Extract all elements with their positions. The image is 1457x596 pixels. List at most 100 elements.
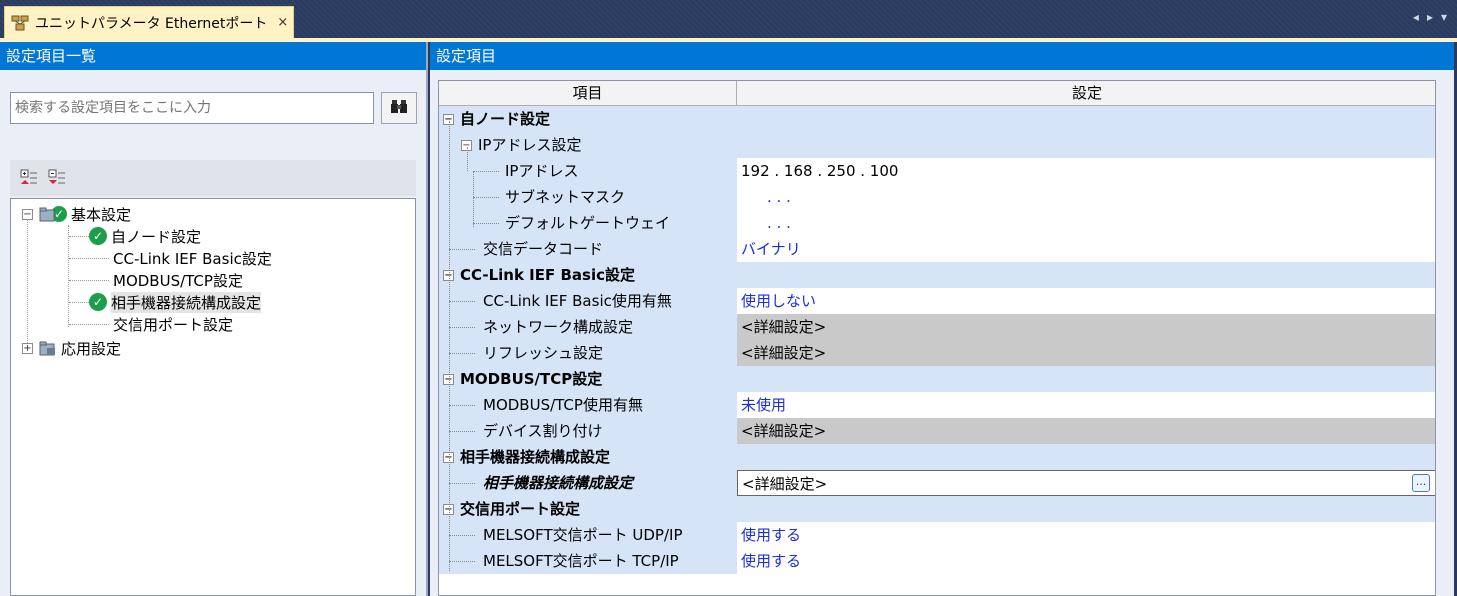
tree-item-comm-port[interactable]: 交信用ポート設定 [113, 313, 233, 335]
subnet-mask-value[interactable]: . . . [737, 184, 1435, 210]
row-label: MODBUS/TCP設定 [460, 370, 603, 388]
settings-tree: − ✓ 基本設定 ✓ 自ノード設定 CC-Link IEF Basic設定 MO… [10, 198, 416, 596]
folder-icon [39, 206, 57, 222]
row-value [737, 366, 1435, 392]
grid-row[interactable]: IPアドレス 192 . 168 . 250 . 100 [439, 158, 1435, 184]
row-value: <詳細設定> [742, 475, 828, 493]
row-label: 交信データコード [483, 240, 604, 258]
tree-item-label: 相手機器接続構成設定 [111, 291, 262, 313]
tree-item-application-settings[interactable]: + 応用設定 [22, 337, 121, 359]
ellipsis-button[interactable]: ... [1412, 474, 1430, 492]
row-label: MODBUS/TCP使用有無 [483, 396, 643, 414]
document-tab-strip: ユニットパラメータ Ethernetポート × ◂ ▸ ▾ [0, 0, 1457, 38]
grid-row-group[interactable]: − 交信用ポート設定 [439, 496, 1435, 522]
tab-next-icon[interactable]: ▸ [1427, 10, 1433, 24]
tab-navigation: ◂ ▸ ▾ [1413, 10, 1447, 24]
tree-toolbar [10, 160, 416, 196]
refresh-detail[interactable]: <詳細設定> [737, 340, 1435, 366]
row-label: サブネットマスク [505, 188, 626, 206]
row-label: ネットワーク構成設定 [483, 318, 634, 336]
tab-prev-icon[interactable]: ◂ [1413, 10, 1419, 24]
ip-address-value[interactable]: 192 . 168 . 250 . 100 [737, 158, 1435, 184]
default-gateway-value[interactable]: . . . [737, 210, 1435, 236]
grid-header: 項目 設定 [439, 81, 1435, 106]
modbus-usage-value[interactable]: 未使用 [737, 392, 1435, 418]
row-label: 交信用ポート設定 [460, 500, 581, 518]
network-config-detail[interactable]: <詳細設定> [737, 314, 1435, 340]
close-icon[interactable]: × [277, 15, 288, 30]
grid-row[interactable]: CC-Link IEF Basic使用有無 使用しない [439, 288, 1435, 314]
row-value [737, 132, 1435, 158]
expand-toggle[interactable]: + [22, 342, 33, 354]
grid-row-group[interactable]: − MODBUS/TCP設定 [439, 366, 1435, 392]
tree-item-own-node[interactable]: ✓ 自ノード設定 [89, 225, 201, 247]
row-label: 自ノード設定 [460, 110, 551, 128]
settings-detail-panel: 設定項目 項目 設定 − 自ノード設定 − IPアドレス設定 IPアドレス 192 … [430, 42, 1454, 596]
binoculars-icon [390, 98, 408, 118]
row-value [737, 262, 1435, 288]
grid-row[interactable]: MODBUS/TCP使用有無 未使用 [439, 392, 1435, 418]
search-input[interactable] [10, 92, 374, 124]
tree-item-modbus-tcp[interactable]: MODBUS/TCP設定 [113, 269, 243, 291]
row-label: CC-Link IEF Basic使用有無 [483, 292, 672, 310]
grid-row[interactable]: MELSOFT交信ポート TCP/IP 使用する [439, 548, 1435, 574]
tab-menu-icon[interactable]: ▾ [1441, 10, 1447, 24]
row-value [737, 444, 1435, 470]
row-label: CC-Link IEF Basic設定 [460, 266, 635, 284]
melsoft-udp-value[interactable]: 使用する [737, 522, 1435, 548]
tree-item-label: CC-Link IEF Basic設定 [113, 249, 272, 268]
tree-item-label: 交信用ポート設定 [113, 315, 234, 334]
row-label: リフレッシュ設定 [483, 344, 604, 362]
collapse-all-icon[interactable] [48, 169, 66, 187]
grid-row-subgroup[interactable]: − IPアドレス設定 [439, 132, 1435, 158]
grid-row[interactable]: MELSOFT交信ポート UDP/IP 使用する [439, 522, 1435, 548]
column-header-setting[interactable]: 設定 [737, 81, 1435, 106]
search-box [10, 92, 374, 124]
cclink-usage-value[interactable]: 使用しない [737, 288, 1435, 314]
grid-row-selected[interactable]: 相手機器接続構成設定 <詳細設定> ... [439, 470, 1435, 496]
melsoft-tcp-value[interactable]: 使用する [737, 548, 1435, 574]
tree-item-cclink-ief-basic[interactable]: CC-Link IEF Basic設定 [113, 247, 272, 269]
row-value [737, 106, 1435, 132]
data-code-value[interactable]: バイナリ [737, 236, 1435, 262]
property-grid: 項目 設定 − 自ノード設定 − IPアドレス設定 IPアドレス 192 . 168… [438, 80, 1436, 596]
grid-row[interactable]: リフレッシュ設定 <詳細設定> [439, 340, 1435, 366]
grid-row[interactable]: ネットワーク構成設定 <詳細設定> [439, 314, 1435, 340]
device-assignment-detail[interactable]: <詳細設定> [737, 418, 1435, 444]
expand-all-icon[interactable] [20, 169, 38, 187]
grid-row[interactable]: サブネットマスク . . . [439, 184, 1435, 210]
network-port-icon [11, 15, 29, 31]
document-tab-title: ユニットパラメータ Ethernetポート [35, 15, 268, 32]
remote-device-config-detail[interactable]: <詳細設定> ... [737, 470, 1435, 496]
settings-detail-header: 設定項目 [430, 42, 1454, 70]
row-label: 相手機器接続構成設定 [460, 448, 611, 466]
tree-item-label: 自ノード設定 [111, 227, 202, 246]
grid-row-group[interactable]: − 自ノード設定 [439, 106, 1435, 132]
row-label: MELSOFT交信ポート UDP/IP [483, 526, 683, 544]
document-tab[interactable]: ユニットパラメータ Ethernetポート × [4, 6, 294, 38]
tree-item-remote-device-config[interactable]: ✓ 相手機器接続構成設定 [89, 291, 262, 313]
row-label: MELSOFT交信ポート TCP/IP [483, 552, 679, 570]
column-header-item[interactable]: 項目 [439, 81, 737, 106]
row-label: IPアドレス [505, 162, 579, 180]
row-label: 相手機器接続構成設定 [483, 474, 634, 492]
grid-row[interactable]: 交信データコード バイナリ [439, 236, 1435, 262]
search-button[interactable] [381, 92, 417, 124]
tree-item-basic-settings[interactable]: − ✓ 基本設定 [22, 203, 131, 225]
grid-row-group[interactable]: − CC-Link IEF Basic設定 [439, 262, 1435, 288]
row-label: デバイス割り付け [483, 422, 603, 440]
collapse-toggle[interactable]: − [22, 208, 33, 220]
tree-item-label: 基本設定 [71, 205, 132, 224]
row-label: デフォルトゲートウェイ [505, 214, 671, 232]
check-icon: ✓ [89, 293, 107, 311]
check-icon: ✓ [89, 227, 107, 245]
row-label: IPアドレス設定 [478, 136, 582, 154]
row-value [737, 496, 1435, 522]
grid-row[interactable]: デフォルトゲートウェイ . . . [439, 210, 1435, 236]
tree-item-label: MODBUS/TCP設定 [113, 271, 243, 290]
settings-list-header: 設定項目一覧 [0, 42, 426, 70]
folder-icon [39, 340, 57, 356]
grid-row[interactable]: デバイス割り付け <詳細設定> [439, 418, 1435, 444]
grid-row-group[interactable]: − 相手機器接続構成設定 [439, 444, 1435, 470]
settings-list-panel: 設定項目一覧 検索する設定項目をここに入力 − ✓ 基本設定 ✓ 自ノード設定 … [0, 42, 428, 596]
